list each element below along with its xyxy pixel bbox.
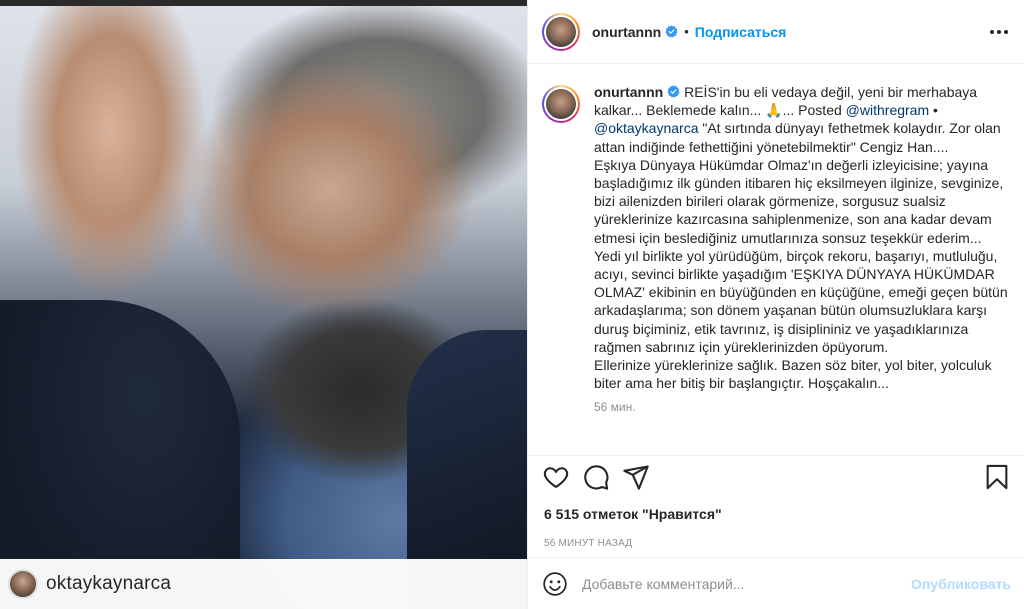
comment-input[interactable] — [582, 575, 912, 592]
tagged-user-overlay[interactable]: oktaykaynarca — [0, 559, 527, 609]
caption-row: onurtannn REİS'in bu eli vedaya değil, y… — [542, 83, 1009, 392]
comment-icon[interactable] — [582, 463, 610, 491]
actions-area: 6 515 отметок "Нравится" 56 МИНУТ НАЗАД … — [528, 455, 1024, 609]
mention-link[interactable]: @withregram — [846, 102, 929, 118]
publish-button[interactable]: Опубликовать — [911, 576, 1011, 592]
verified-badge-icon — [665, 25, 678, 38]
post-header: onurtannn • Подписаться — [528, 0, 1024, 64]
likes-count[interactable]: 6 515 отметок "Нравится" — [528, 496, 1024, 522]
follow-button[interactable]: Подписаться — [695, 24, 787, 40]
separator-dot: • — [684, 24, 689, 39]
mention-link[interactable]: @oktaykaynarca — [594, 120, 698, 136]
tagged-username: oktaykaynarca — [46, 573, 172, 594]
caption-area: onurtannn REİS'in bu eli vedaya değil, y… — [528, 65, 1024, 455]
bookmark-icon[interactable] — [983, 463, 1011, 491]
author-username[interactable]: onurtannn — [592, 24, 661, 40]
caption-time[interactable]: 56 мин. — [594, 400, 1009, 414]
comment-form: Опубликовать — [528, 557, 1024, 609]
post-timestamp[interactable]: 56 МИНУТ НАЗАД — [528, 522, 1024, 549]
emoji-icon[interactable] — [542, 571, 568, 597]
instagram-post: oktaykaynarca onurtannn • Подписаться on… — [0, 0, 1024, 609]
post-image[interactable]: oktaykaynarca — [0, 0, 527, 609]
heart-icon[interactable] — [542, 463, 570, 491]
caption-author-avatar[interactable] — [542, 85, 580, 123]
share-icon[interactable] — [622, 463, 650, 491]
verified-badge-icon — [667, 85, 680, 98]
caption-body: "At sırtında dünyayı fethetmek kolaydır.… — [594, 120, 1008, 392]
tagged-user-avatar — [8, 569, 38, 599]
caption-body: • — [929, 102, 942, 119]
action-icons — [528, 458, 1024, 496]
caption-username[interactable]: onurtannn — [594, 84, 663, 100]
more-options-icon[interactable] — [990, 29, 1008, 34]
photo-top-strip — [0, 0, 527, 6]
author-avatar[interactable] — [542, 12, 580, 51]
caption-text: onurtannn REİS'in bu eli vedaya değil, y… — [594, 83, 1009, 392]
post-sidebar: onurtannn • Подписаться onurtannn REİS'i… — [527, 0, 1024, 609]
